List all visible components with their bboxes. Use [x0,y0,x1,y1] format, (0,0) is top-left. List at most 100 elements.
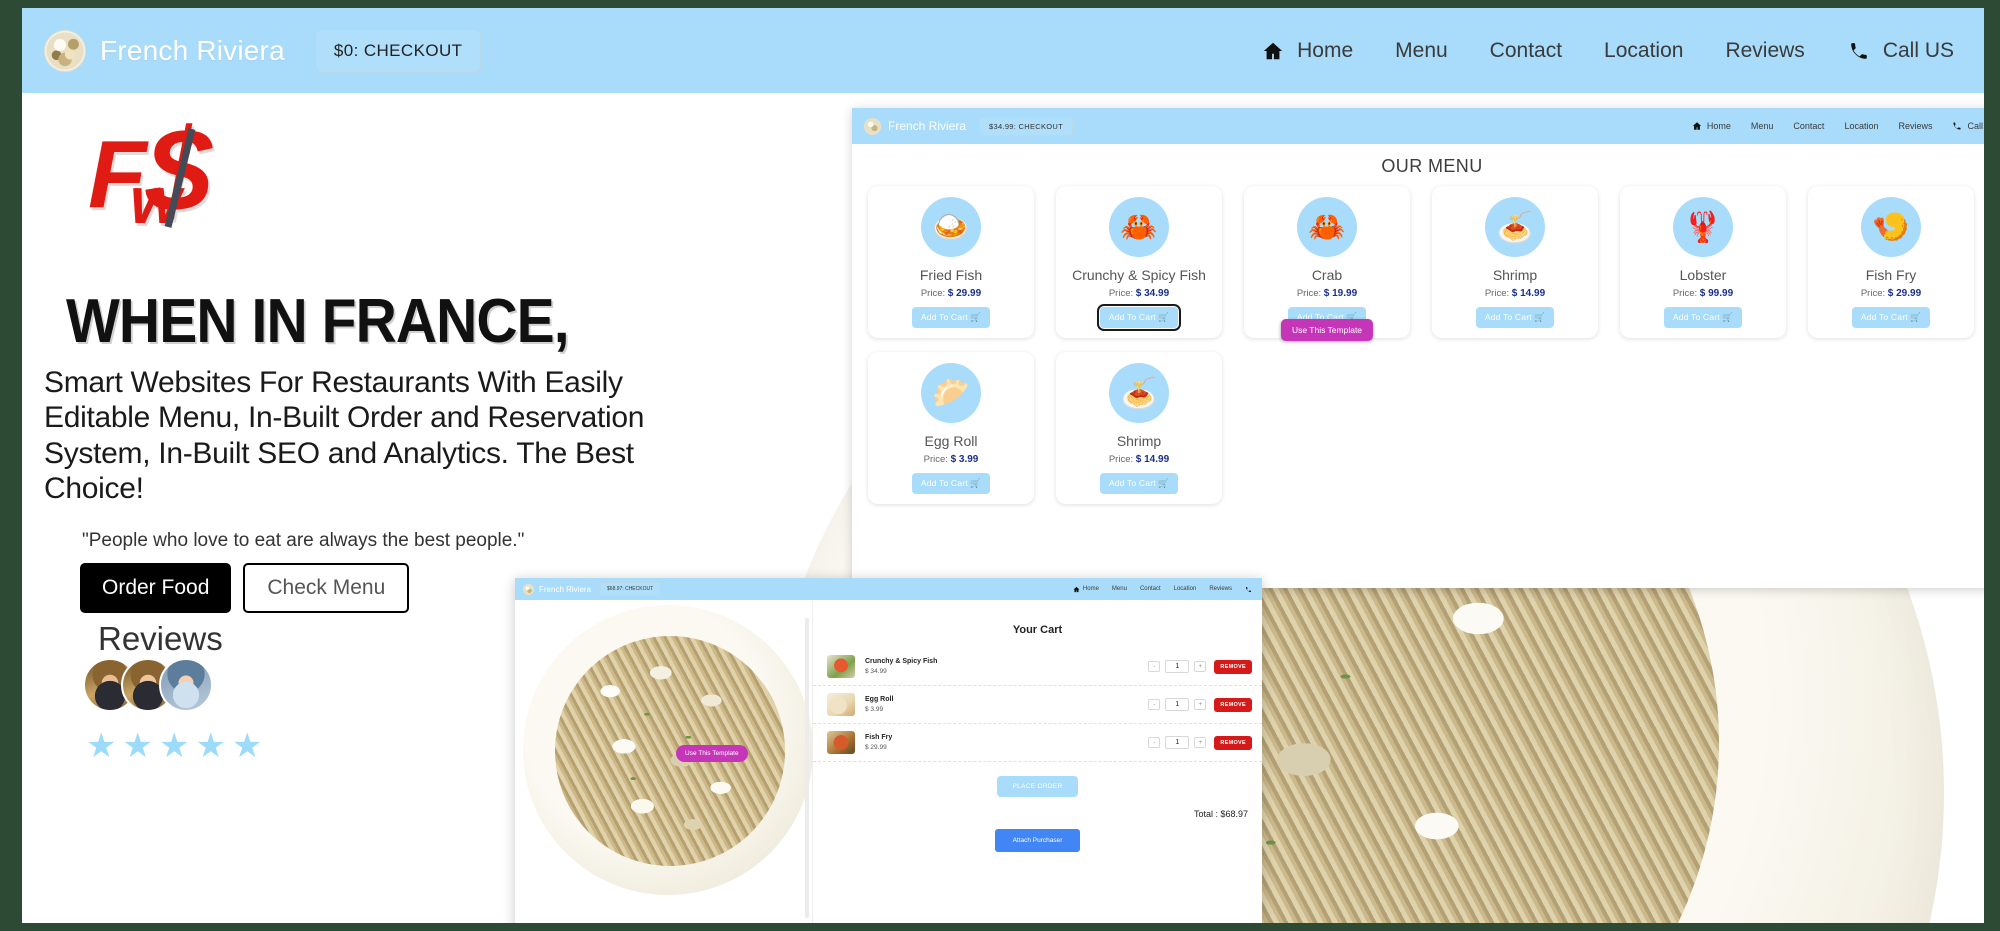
menu-item-card: 🥟 Egg Roll Price: $ 3.99 Add To Cart 🛒 [868,352,1034,504]
brand[interactable]: French Riviera [44,29,285,72]
star-icon: ★ [86,727,117,765]
use-this-template-button[interactable]: Use This Template [1280,319,1374,341]
quantity-value[interactable]: 1 [1165,736,1190,749]
reviews-heading: Reviews [98,620,223,657]
nav-item-location[interactable]: Location [1604,39,1683,63]
cart-window-scrollbar[interactable] [805,618,809,918]
menu-item-name: Shrimp [1116,433,1162,449]
cart-item-info: Fish Fry $ 29.99 [865,734,1148,751]
add-to-cart-button[interactable]: Add To Cart 🛒 [1475,307,1555,328]
nav-item-home[interactable]: Home [1073,586,1099,593]
nav-item-location[interactable]: Location [1174,586,1197,592]
menu-item-name: Egg Roll [924,433,978,449]
cart-window-food-photo [515,600,812,923]
nav-item-call-us[interactable]: Call US [1952,121,1984,131]
checkout-button[interactable]: $68.97: CHECKOUT [600,582,661,596]
quantity-value[interactable]: 1 [1165,698,1190,711]
star-icon: ★ [195,727,226,765]
cart-panel: Your Cart Crunchy & Spicy Fish $ 34.99-1 +… [812,600,1262,923]
page-title: WHEN IN FRANCE, [66,287,570,356]
nav-item-contact[interactable]: Contact [1793,121,1824,131]
cart-item-info: Crunchy & Spicy Fish $ 34.99 [865,658,1148,675]
add-to-cart-button[interactable]: Add To Cart 🛒 [1096,304,1182,331]
menu-window-nav-links: Home Menu Contact Location Reviews Call … [1692,121,1984,131]
attach-purchaser-button[interactable]: Attach Purchaser [994,829,1081,852]
nav-item-contact[interactable]: Contact [1490,39,1562,63]
nav-item-menu[interactable]: Menu [1395,39,1448,63]
star-rating: ★ ★ ★ ★ ★ [86,729,262,763]
quantity-stepper: -1 + [1148,698,1207,711]
hero-quote: "People who love to eat are always the b… [82,530,525,551]
add-to-cart-button[interactable]: Add To Cart 🛒 [1099,473,1179,494]
star-icon: ★ [158,727,190,765]
cart-item-thumbnail [827,731,855,754]
remove-item-button[interactable]: REMOVE [1214,659,1252,674]
screen: French Riviera $0: CHECKOUT Home Menu Co… [0,0,2000,931]
nav-item-label: Home [1706,121,1731,131]
quantity-value[interactable]: 1 [1165,660,1190,673]
nav-item-menu[interactable]: Menu [1751,121,1774,131]
nav-item-label: Call US [1967,121,1984,131]
use-this-template-button[interactable]: Use This Template [676,745,748,762]
add-to-cart-button[interactable]: Add To Cart 🛒 [1663,307,1743,328]
decrease-quantity-button[interactable]: - [1148,737,1161,748]
home-icon [1073,586,1080,593]
menu-item-card: 🦀 Crunchy & Spicy Fish Price: $ 34.99 Add T… [1056,186,1222,338]
cart-window-brand[interactable]: French Riviera [523,583,592,595]
menu-item-image: 🦀 [1297,197,1357,257]
decrease-quantity-button[interactable]: - [1148,699,1161,710]
increase-quantity-button[interactable]: + [1194,737,1207,748]
star-icon: ★ [231,727,263,765]
menu-item-card: 🦞 Lobster Price: $ 99.99 Add To Cart 🛒 [1620,186,1786,338]
order-food-button[interactable]: Order Food [80,563,232,613]
restaurant-landing-page: French Riviera $0: CHECKOUT Home Menu Co… [22,8,1984,923]
brand-logo-icon [44,29,86,72]
cart-total: Total : $68.97 [1193,809,1248,819]
check-menu-button[interactable]: Check Menu [243,563,410,613]
menu-section-title: OUR MENU [1381,156,1483,176]
menu-window-navbar: French Riviera $34.99: CHECKOUT Home Men… [852,108,1984,144]
brand-name: French Riviera [539,584,592,594]
nav-item-call-us[interactable] [1245,586,1252,593]
place-order-button[interactable]: PLACE ORDER [996,776,1079,797]
checkout-button[interactable]: $0: CHECKOUT [314,28,482,73]
nav-item-reviews[interactable]: Reviews [1209,586,1232,592]
home-icon [1692,121,1702,131]
cart-item-price: $ 29.99 [865,744,887,751]
menu-window-brand[interactable]: French Riviera [864,117,967,135]
quantity-stepper: -1 + [1148,660,1207,673]
menu-item-name: Shrimp [1492,267,1538,283]
add-to-cart-button[interactable]: Add To Cart 🛒 [911,307,991,328]
cart-item-price: $ 34.99 [865,668,887,675]
nav-item-menu[interactable]: Menu [1112,586,1127,592]
nav-links: Home Menu Contact Location Reviews Call … [1261,39,1954,63]
remove-item-button[interactable]: REMOVE [1214,697,1252,712]
nav-item-contact[interactable]: Contact [1140,586,1161,592]
menu-item-price: Price: $ 34.99 [1108,288,1170,299]
nav-item-label: Home [1297,38,1354,62]
menu-item-image: 🦀 [1109,197,1169,257]
checkout-button[interactable]: $34.99: CHECKOUT [979,116,1074,136]
add-to-cart-button[interactable]: Add To Cart 🛒 [911,473,991,494]
menu-item-image: 🍛 [921,197,981,257]
increase-quantity-button[interactable]: + [1194,661,1207,672]
brand-name: French Riviera [888,119,967,133]
nav-item-home[interactable]: Home [1261,39,1353,63]
cart-row: Crunchy & Spicy Fish $ 34.99 -1 + REMOVE [813,648,1262,686]
menu-item-price: Price: $ 14.99 [1484,288,1546,299]
cart-item-price: $ 3.99 [865,706,884,713]
nav-item-reviews[interactable]: Reviews [1898,121,1932,131]
menu-preview-window: French Riviera $34.99: CHECKOUT Home Men… [852,108,1984,588]
brand-logo-icon [864,117,881,135]
cart-item-name: Egg Roll [865,696,894,703]
remove-item-button[interactable]: REMOVE [1214,735,1252,750]
add-to-cart-button[interactable]: Add To Cart 🛒 [1851,307,1931,328]
nav-item-location[interactable]: Location [1844,121,1878,131]
increase-quantity-button[interactable]: + [1194,699,1207,710]
nav-item-call-us[interactable]: Call US [1847,39,1954,63]
nav-item-reviews[interactable]: Reviews [1725,39,1804,63]
cart-item-thumbnail [827,693,855,716]
nav-item-home[interactable]: Home [1692,121,1731,131]
decrease-quantity-button[interactable]: - [1148,661,1161,672]
nav-item-label: Home [1082,586,1099,592]
